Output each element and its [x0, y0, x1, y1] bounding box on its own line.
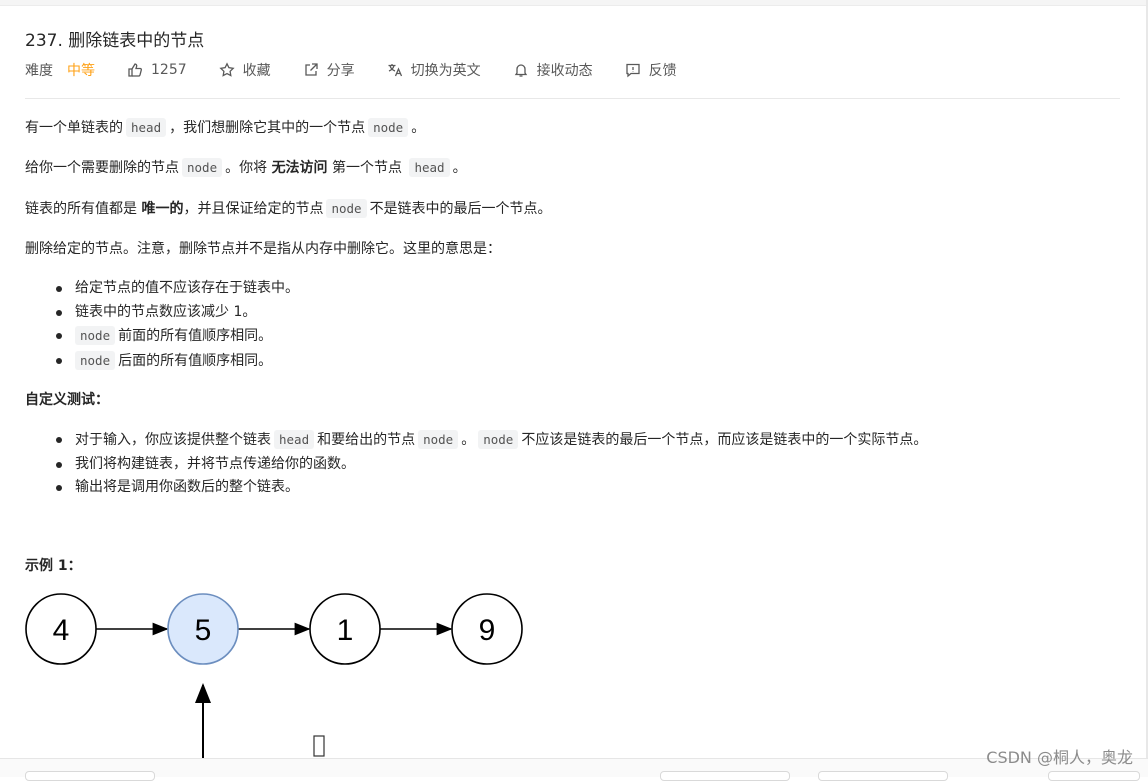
text: 。 — [452, 160, 467, 176]
feedback-icon — [625, 63, 640, 78]
bottom-toolbar — [0, 758, 1148, 777]
inline-code-node: node — [326, 199, 367, 218]
inline-code-head: head — [274, 430, 315, 449]
switch-language-button[interactable]: 切换为英文 — [387, 60, 481, 80]
difficulty-label: 难度 — [25, 63, 53, 79]
star-icon — [219, 62, 235, 77]
inline-code-head: head — [126, 118, 167, 137]
inline-code-node: node — [478, 430, 519, 449]
notify-button[interactable]: 接收动态 — [513, 60, 593, 80]
bold-text: 唯一的 — [141, 201, 184, 217]
paragraph-2: 给你一个需要删除的节点 node 。你将 无法访问 第一个节点 head。 — [25, 157, 467, 179]
text: 第一个节点 — [332, 160, 403, 176]
list-item: 我们将构建链表，并将节点传递给你的函数。 — [55, 453, 927, 477]
custom-test-list: 对于输入，你应该提供整个链表 head 和要给出的节点 node。 node 不应该是链表… — [55, 428, 928, 500]
thumbs-up-icon — [128, 63, 142, 77]
inline-code-node: node — [75, 326, 116, 345]
share-icon — [304, 63, 318, 76]
favorite-button[interactable]: 收藏 — [219, 60, 271, 80]
feedback-button[interactable]: 反馈 — [625, 60, 677, 80]
bottom-button[interactable] — [660, 771, 790, 781]
inline-code-node: node — [182, 158, 223, 177]
bottom-button[interactable] — [818, 771, 948, 781]
text: 给你一个需要删除的节点 — [25, 160, 179, 176]
requirements-list: 给定节点的值不应该存在于链表中。 链表中的节点数应该减少 1。 node 前面的所… — [56, 277, 299, 374]
list-item: 对于输入，你应该提供整个链表 head 和要给出的节点 node。 node 不应该是链表… — [55, 428, 928, 453]
list-node-value: 4 — [53, 614, 70, 647]
text: 对于输入，你应该提供整个链表 — [75, 432, 271, 448]
difficulty-badge: 中等 — [67, 63, 95, 79]
list-item: 给定节点的值不应该存在于链表中。 — [56, 277, 299, 301]
text: 和要给出的节点 — [317, 432, 416, 448]
text: 后面的所有值顺序相同。 — [118, 352, 273, 369]
custom-test-heading: 自定义测试： — [25, 392, 109, 408]
list-node-value: 1 — [337, 614, 354, 647]
linked-list-diagram: 4 5 1 9 — [25, 593, 523, 760]
inline-code-node: node — [75, 350, 116, 370]
text: 不应该是链表的最后一个节点，而应该是链表中的一个实际节点。 — [521, 432, 928, 448]
inline-code-head: head — [409, 158, 450, 177]
problem-description-panel: 237. 删除链表中的节点 难度 中等 1257 收藏 分享 切换为英文 接收动… — [25, 0, 1120, 776]
text: 。 — [461, 432, 476, 448]
bell-icon — [514, 64, 527, 77]
text: 有一个单链表的 — [25, 120, 123, 136]
translate-icon — [388, 64, 402, 77]
bottom-button[interactable] — [25, 771, 155, 781]
text: ，并且保证给定的节点 — [183, 201, 324, 217]
header-divider — [25, 98, 1120, 99]
watermark: CSDN @桐人，奥龙 — [986, 748, 1133, 767]
example-heading: 示例 1： — [25, 558, 82, 574]
problem-title: 237. 删除链表中的节点 — [25, 31, 205, 51]
list-item: node 前面的所有值顺序相同。 — [56, 324, 299, 349]
list-item: 链表中的节点数应该减少 1。 — [56, 301, 299, 325]
text: 前面的所有值顺序相同。 — [118, 328, 273, 344]
cursor-caret-icon — [313, 735, 325, 757]
list-item: node 后面的所有值顺序相同。 — [56, 349, 299, 374]
text: 。 — [411, 120, 426, 136]
text: 不是链表中的最后一个节点。 — [369, 201, 552, 217]
paragraph-4: 删除给定的节点。注意，删除节点并不是指从内存中删除它。这里的意思是： — [25, 241, 501, 257]
text: ，我们想删除它其中的一个节点 — [169, 120, 366, 136]
list-node-value: 9 — [479, 614, 496, 647]
bold-text: 无法访问 — [271, 160, 328, 176]
like-count: 1257 — [151, 62, 187, 78]
text: 链表的所有值都是 — [25, 201, 137, 217]
favorite-label: 收藏 — [242, 63, 271, 79]
paragraph-1: 有一个单链表的 head ，我们想删除它其中的一个节点 node。 — [25, 117, 425, 139]
like-button[interactable]: 1257 — [127, 62, 187, 78]
text: 。你将 — [225, 160, 268, 176]
paragraph-3: 链表的所有值都是 唯一的，并且保证给定的节点 node 不是链表中的最后一个节点。 — [25, 198, 552, 220]
share-label: 分享 — [326, 63, 355, 79]
inline-code-node: node — [418, 430, 459, 449]
notify-label: 接收动态 — [536, 63, 593, 79]
switch-language-label: 切换为英文 — [410, 63, 481, 79]
feedback-label: 反馈 — [648, 63, 677, 79]
list-node-value: 5 — [195, 614, 212, 647]
bottom-button[interactable] — [1048, 771, 1140, 781]
inline-code-node: node — [368, 118, 409, 137]
problem-meta-bar: 难度 中等 1257 收藏 分享 切换为英文 接收动态 反馈 — [25, 60, 709, 80]
share-button[interactable]: 分享 — [303, 60, 355, 80]
list-item: 输出将是调用你函数后的整个链表。 — [55, 476, 927, 500]
